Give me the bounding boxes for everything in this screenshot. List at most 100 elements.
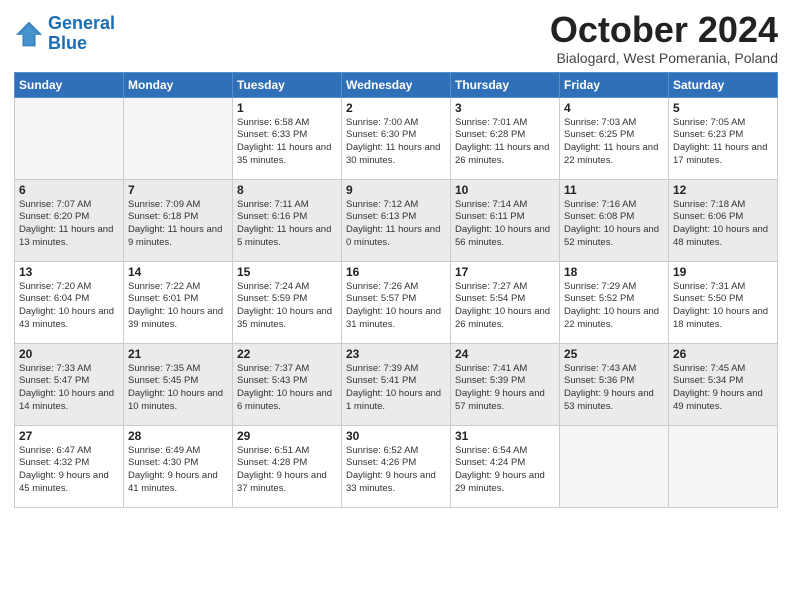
- cell-info: Sunrise: 6:51 AMSunset: 4:28 PMDaylight:…: [237, 445, 337, 496]
- calendar-cell: [124, 97, 233, 179]
- calendar-cell: 24 Sunrise: 7:41 AMSunset: 5:39 PMDayligh…: [451, 343, 560, 425]
- calendar-cell: 8 Sunrise: 7:11 AMSunset: 6:16 PMDaylight…: [233, 179, 342, 261]
- cell-info: Sunrise: 7:05 AMSunset: 6:23 PMDaylight:…: [673, 117, 773, 168]
- logo-icon: [14, 20, 44, 48]
- day-header-wednesday: Wednesday: [342, 72, 451, 97]
- week-row-4: 20 Sunrise: 7:33 AMSunset: 5:47 PMDayligh…: [15, 343, 778, 425]
- day-number: 11: [564, 183, 664, 197]
- cell-info: Sunrise: 7:43 AMSunset: 5:36 PMDaylight:…: [564, 363, 664, 414]
- calendar-cell: 3 Sunrise: 7:01 AMSunset: 6:28 PMDaylight…: [451, 97, 560, 179]
- logo-text: General Blue: [48, 14, 115, 54]
- day-number: 10: [455, 183, 555, 197]
- cell-info: Sunrise: 7:27 AMSunset: 5:54 PMDaylight:…: [455, 281, 555, 332]
- day-number: 16: [346, 265, 446, 279]
- day-number: 13: [19, 265, 119, 279]
- day-number: 15: [237, 265, 337, 279]
- day-number: 3: [455, 101, 555, 115]
- cell-info: Sunrise: 7:41 AMSunset: 5:39 PMDaylight:…: [455, 363, 555, 414]
- cell-info: Sunrise: 7:14 AMSunset: 6:11 PMDaylight:…: [455, 199, 555, 250]
- cell-info: Sunrise: 7:24 AMSunset: 5:59 PMDaylight:…: [237, 281, 337, 332]
- calendar-cell: 5 Sunrise: 7:05 AMSunset: 6:23 PMDaylight…: [669, 97, 778, 179]
- day-number: 27: [19, 429, 119, 443]
- calendar-cell: 13 Sunrise: 7:20 AMSunset: 6:04 PMDayligh…: [15, 261, 124, 343]
- week-row-5: 27Sunrise: 6:47 AMSunset: 4:32 PMDayligh…: [15, 425, 778, 507]
- day-header-friday: Friday: [560, 72, 669, 97]
- calendar-cell: 18Sunrise: 7:29 AMSunset: 5:52 PMDayligh…: [560, 261, 669, 343]
- calendar-cell: 7 Sunrise: 7:09 AMSunset: 6:18 PMDaylight…: [124, 179, 233, 261]
- calendar-cell: 26 Sunrise: 7:45 AMSunset: 5:34 PMDayligh…: [669, 343, 778, 425]
- day-number: 26: [673, 347, 773, 361]
- day-number: 9: [346, 183, 446, 197]
- calendar-cell: 6Sunrise: 7:07 AMSunset: 6:20 PMDaylight…: [15, 179, 124, 261]
- cell-info: Sunrise: 6:58 AMSunset: 6:33 PMDaylight:…: [237, 117, 337, 168]
- day-number: 2: [346, 101, 446, 115]
- day-number: 20: [19, 347, 119, 361]
- cell-info: Sunrise: 7:00 AMSunset: 6:30 PMDaylight:…: [346, 117, 446, 168]
- calendar-table: SundayMondayTuesdayWednesdayThursdayFrid…: [14, 72, 778, 508]
- cell-info: Sunrise: 7:16 AMSunset: 6:08 PMDaylight:…: [564, 199, 664, 250]
- cell-info: Sunrise: 6:54 AMSunset: 4:24 PMDaylight:…: [455, 445, 555, 496]
- calendar-cell: 25Sunrise: 7:43 AMSunset: 5:36 PMDayligh…: [560, 343, 669, 425]
- location-subtitle: Bialogard, West Pomerania, Poland: [550, 50, 778, 66]
- cell-info: Sunrise: 7:07 AMSunset: 6:20 PMDaylight:…: [19, 199, 119, 250]
- cell-info: Sunrise: 7:26 AMSunset: 5:57 PMDaylight:…: [346, 281, 446, 332]
- day-header-saturday: Saturday: [669, 72, 778, 97]
- cell-info: Sunrise: 6:49 AMSunset: 4:30 PMDaylight:…: [128, 445, 228, 496]
- calendar-cell: 23 Sunrise: 7:39 AMSunset: 5:41 PMDayligh…: [342, 343, 451, 425]
- day-number: 1: [237, 101, 337, 115]
- calendar-cell: 29Sunrise: 6:51 AMSunset: 4:28 PMDayligh…: [233, 425, 342, 507]
- calendar-cell: 28Sunrise: 6:49 AMSunset: 4:30 PMDayligh…: [124, 425, 233, 507]
- calendar-cell: 22Sunrise: 7:37 AMSunset: 5:43 PMDayligh…: [233, 343, 342, 425]
- page: General Blue October 2024 Bialogard, Wes…: [0, 0, 792, 612]
- cell-info: Sunrise: 6:52 AMSunset: 4:26 PMDaylight:…: [346, 445, 446, 496]
- cell-info: Sunrise: 7:39 AMSunset: 5:41 PMDaylight:…: [346, 363, 446, 414]
- day-header-sunday: Sunday: [15, 72, 124, 97]
- calendar-cell: 17 Sunrise: 7:27 AMSunset: 5:54 PMDayligh…: [451, 261, 560, 343]
- week-row-1: 1 Sunrise: 6:58 AMSunset: 6:33 PMDaylight…: [15, 97, 778, 179]
- calendar-cell: 21Sunrise: 7:35 AMSunset: 5:45 PMDayligh…: [124, 343, 233, 425]
- day-number: 24: [455, 347, 555, 361]
- calendar-cell: [560, 425, 669, 507]
- cell-info: Sunrise: 7:18 AMSunset: 6:06 PMDaylight:…: [673, 199, 773, 250]
- week-row-2: 6Sunrise: 7:07 AMSunset: 6:20 PMDaylight…: [15, 179, 778, 261]
- day-number: 14: [128, 265, 228, 279]
- header: General Blue October 2024 Bialogard, Wes…: [14, 10, 778, 66]
- cell-info: Sunrise: 7:29 AMSunset: 5:52 PMDaylight:…: [564, 281, 664, 332]
- week-row-3: 13 Sunrise: 7:20 AMSunset: 6:04 PMDayligh…: [15, 261, 778, 343]
- cell-info: Sunrise: 7:37 AMSunset: 5:43 PMDaylight:…: [237, 363, 337, 414]
- calendar-cell: 4Sunrise: 7:03 AMSunset: 6:25 PMDaylight…: [560, 97, 669, 179]
- calendar-cell: 15 Sunrise: 7:24 AMSunset: 5:59 PMDayligh…: [233, 261, 342, 343]
- day-header-tuesday: Tuesday: [233, 72, 342, 97]
- day-number: 17: [455, 265, 555, 279]
- cell-info: Sunrise: 7:33 AMSunset: 5:47 PMDaylight:…: [19, 363, 119, 414]
- calendar-cell: 11 Sunrise: 7:16 AMSunset: 6:08 PMDayligh…: [560, 179, 669, 261]
- calendar-cell: 20 Sunrise: 7:33 AMSunset: 5:47 PMDayligh…: [15, 343, 124, 425]
- day-number: 4: [564, 101, 664, 115]
- calendar-cell: 1 Sunrise: 6:58 AMSunset: 6:33 PMDaylight…: [233, 97, 342, 179]
- day-number: 23: [346, 347, 446, 361]
- calendar-cell: 2 Sunrise: 7:00 AMSunset: 6:30 PMDaylight…: [342, 97, 451, 179]
- cell-info: Sunrise: 7:45 AMSunset: 5:34 PMDaylight:…: [673, 363, 773, 414]
- cell-info: Sunrise: 7:11 AMSunset: 6:16 PMDaylight:…: [237, 199, 337, 250]
- logo: General Blue: [14, 10, 115, 54]
- cell-info: Sunrise: 7:01 AMSunset: 6:28 PMDaylight:…: [455, 117, 555, 168]
- cell-info: Sunrise: 7:22 AMSunset: 6:01 PMDaylight:…: [128, 281, 228, 332]
- day-header-monday: Monday: [124, 72, 233, 97]
- day-number: 31: [455, 429, 555, 443]
- cell-info: Sunrise: 7:09 AMSunset: 6:18 PMDaylight:…: [128, 199, 228, 250]
- calendar-cell: 14 Sunrise: 7:22 AMSunset: 6:01 PMDayligh…: [124, 261, 233, 343]
- calendar-cell: 27Sunrise: 6:47 AMSunset: 4:32 PMDayligh…: [15, 425, 124, 507]
- month-title: October 2024: [550, 10, 778, 50]
- calendar-cell: 12Sunrise: 7:18 AMSunset: 6:06 PMDayligh…: [669, 179, 778, 261]
- day-header-thursday: Thursday: [451, 72, 560, 97]
- day-number: 30: [346, 429, 446, 443]
- cell-info: Sunrise: 7:20 AMSunset: 6:04 PMDaylight:…: [19, 281, 119, 332]
- calendar-cell: 10 Sunrise: 7:14 AMSunset: 6:11 PMDayligh…: [451, 179, 560, 261]
- calendar-cell: 19Sunrise: 7:31 AMSunset: 5:50 PMDayligh…: [669, 261, 778, 343]
- day-number: 8: [237, 183, 337, 197]
- day-number: 5: [673, 101, 773, 115]
- day-number: 7: [128, 183, 228, 197]
- day-number: 21: [128, 347, 228, 361]
- calendar-cell: 9Sunrise: 7:12 AMSunset: 6:13 PMDaylight…: [342, 179, 451, 261]
- title-block: October 2024 Bialogard, West Pomerania, …: [550, 10, 778, 66]
